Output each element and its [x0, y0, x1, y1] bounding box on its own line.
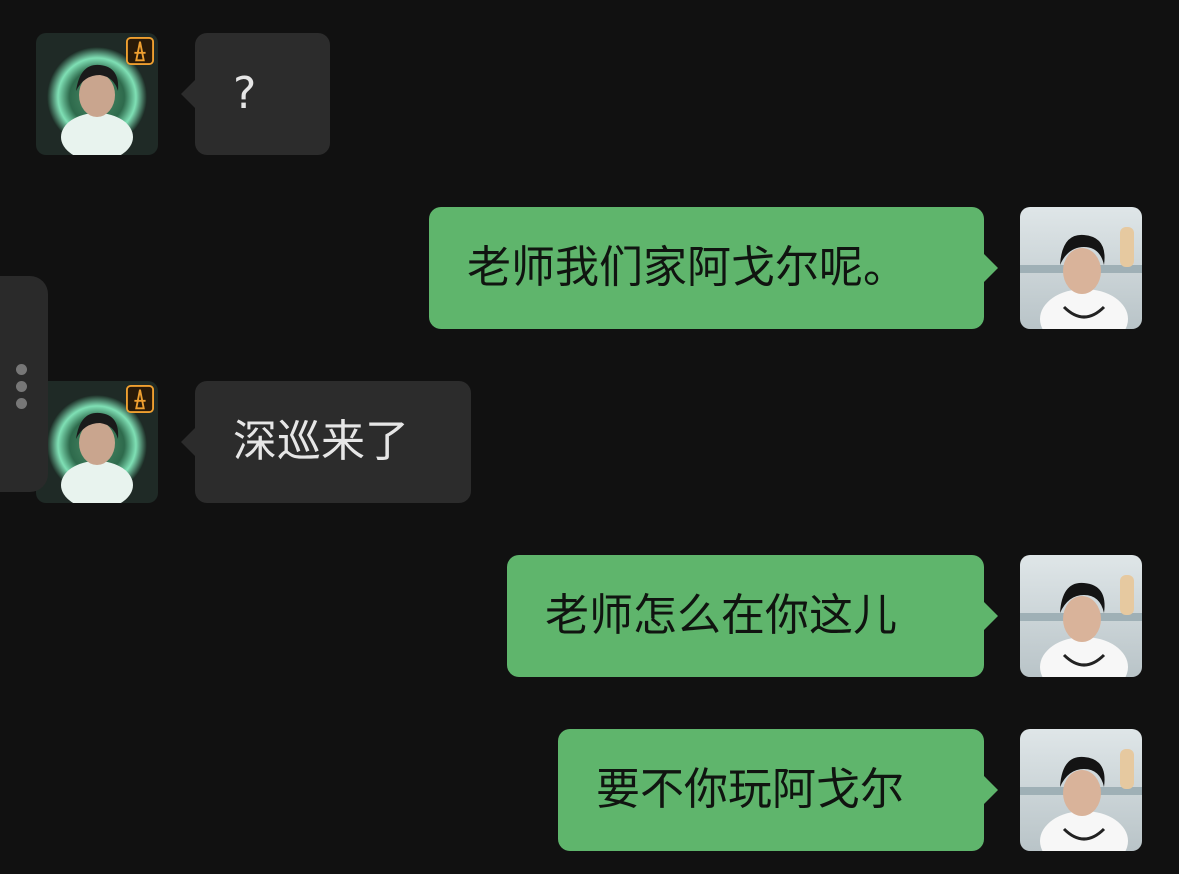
message-bubble-incoming[interactable]: ?: [181, 33, 330, 155]
message-text: 要不你玩阿戈尔: [596, 764, 904, 815]
user-avatar[interactable]: [1020, 729, 1142, 851]
side-drawer-handle[interactable]: [0, 276, 48, 492]
message-bubble-outgoing[interactable]: 老师怎么在你这儿: [507, 555, 998, 677]
message-bubble-incoming[interactable]: 深巡来了: [181, 381, 471, 503]
vertical-dots-icon: [16, 364, 28, 415]
message-text: 深巡来了: [233, 416, 409, 467]
tower-badge-icon: [126, 385, 154, 413]
user-avatar[interactable]: [1020, 207, 1142, 329]
contact-avatar[interactable]: [36, 33, 158, 155]
message-bubble-outgoing[interactable]: 老师我们家阿戈尔呢。: [429, 207, 998, 329]
contact-avatar[interactable]: [36, 381, 158, 503]
message-text: 老师我们家阿戈尔呢。: [467, 242, 907, 293]
user-avatar-image: [1020, 729, 1142, 851]
message-bubble-outgoing[interactable]: 要不你玩阿戈尔: [558, 729, 998, 851]
message-text: ?: [233, 68, 257, 119]
user-avatar[interactable]: [1020, 555, 1142, 677]
tower-badge-icon: [126, 37, 154, 65]
user-avatar-image: [1020, 207, 1142, 329]
message-text: 老师怎么在你这儿: [545, 590, 897, 641]
user-avatar-image: [1020, 555, 1142, 677]
